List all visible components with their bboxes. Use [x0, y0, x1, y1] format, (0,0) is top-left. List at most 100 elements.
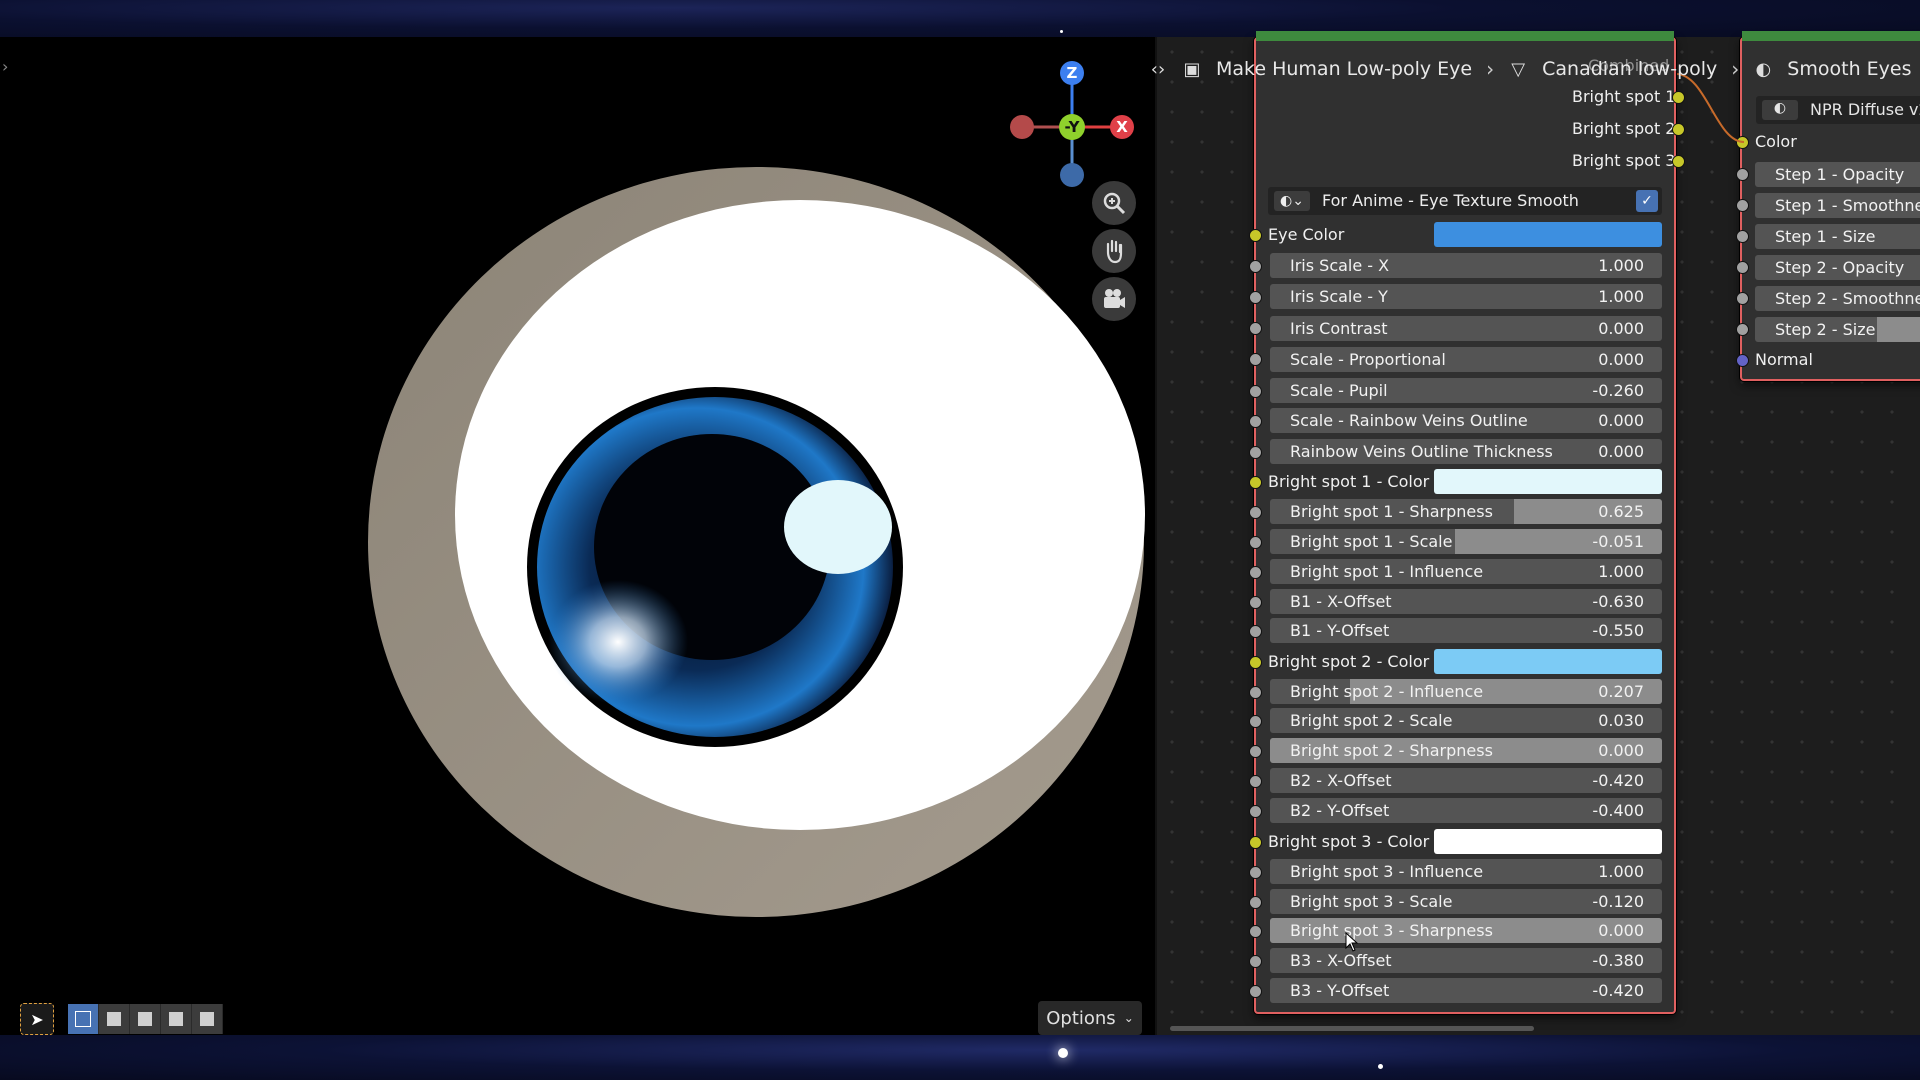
- socket-input[interactable]: [1249, 566, 1262, 579]
- slider-label: Scale - Pupil: [1290, 381, 1388, 400]
- b2-y-offset-slider[interactable]: B2 - Y-Offset -0.400: [1270, 798, 1662, 823]
- breadcrumb-object[interactable]: Make Human Low-poly Eye: [1216, 58, 1472, 80]
- socket-input[interactable]: [1249, 925, 1262, 938]
- socket-input[interactable]: [1736, 230, 1749, 243]
- scale-rainbow-slider[interactable]: Scale - Rainbow Veins Outline 0.000: [1270, 408, 1662, 433]
- fake-user-check-icon[interactable]: ✓: [1636, 190, 1658, 212]
- node-header[interactable]: [1256, 31, 1674, 41]
- socket-input[interactable]: [1249, 536, 1262, 549]
- gizmo-z-label[interactable]: Z: [1067, 64, 1078, 82]
- mode-invert-icon[interactable]: [161, 1004, 192, 1034]
- bs3-scale-slider[interactable]: Bright spot 3 - Scale -0.120: [1270, 889, 1662, 914]
- gizmo-y-label[interactable]: -Y: [1065, 118, 1081, 136]
- step2-size-field[interactable]: Step 2 - Size: [1755, 317, 1920, 342]
- options-dropdown[interactable]: Options ⌄: [1038, 1001, 1142, 1035]
- socket-input[interactable]: [1736, 292, 1749, 305]
- bs1-scale-slider[interactable]: Bright spot 1 - Scale -0.051: [1270, 529, 1662, 554]
- socket-input[interactable]: [1249, 291, 1262, 304]
- socket-input[interactable]: [1249, 506, 1262, 519]
- node-header[interactable]: [1742, 31, 1920, 41]
- socket-input[interactable]: [1249, 686, 1262, 699]
- socket-output[interactable]: [1672, 155, 1685, 168]
- slider-value: 0.000: [1598, 442, 1644, 461]
- bs2-scale-slider[interactable]: Bright spot 2 - Scale 0.030: [1270, 708, 1662, 733]
- socket-input[interactable]: [1249, 322, 1262, 335]
- breadcrumb-material[interactable]: Smooth Eyes: [1787, 58, 1911, 80]
- bs2-sharpness-slider[interactable]: Bright spot 2 - Sharpness 0.000: [1270, 738, 1662, 763]
- slider-value: 1.000: [1598, 862, 1644, 881]
- b1-y-offset-slider[interactable]: B1 - Y-Offset -0.550: [1270, 618, 1662, 643]
- step1-smoothness-field[interactable]: Step 1 - Smoothness: [1755, 193, 1920, 218]
- socket-input[interactable]: [1249, 353, 1262, 366]
- socket-input[interactable]: [1249, 805, 1262, 818]
- socket-input[interactable]: [1249, 955, 1262, 968]
- horizontal-scrollbar[interactable]: [1170, 1026, 1534, 1031]
- socket-input[interactable]: [1249, 596, 1262, 609]
- step2-opacity-field[interactable]: Step 2 - Opacity: [1755, 255, 1920, 280]
- mode-subtract-icon[interactable]: [130, 1004, 161, 1034]
- eye-color-swatch[interactable]: [1434, 222, 1662, 247]
- navigation-gizmo[interactable]: Z -Y X: [1000, 47, 1150, 197]
- b3-y-offset-slider[interactable]: B3 - Y-Offset -0.420: [1270, 978, 1662, 1003]
- bs1-color-swatch[interactable]: [1434, 469, 1662, 494]
- socket-normal-input[interactable]: [1736, 354, 1749, 367]
- npr-group-selector[interactable]: ◐ NPR Diffuse v2.: [1756, 96, 1920, 124]
- node-group-selector[interactable]: ◐⌄ For Anime - Eye Texture Smooth ✓: [1268, 187, 1662, 215]
- socket-input[interactable]: [1736, 199, 1749, 212]
- socket-input[interactable]: [1249, 836, 1262, 849]
- region-toggle-arrow[interactable]: ›: [2, 57, 12, 76]
- step2-smoothness-field[interactable]: Step 2 - Smoothness: [1755, 286, 1920, 311]
- scale-pupil-slider[interactable]: Scale - Pupil -0.260: [1270, 378, 1662, 403]
- field-fill: [1877, 317, 1920, 342]
- b1-x-offset-slider[interactable]: B1 - X-Offset -0.630: [1270, 589, 1662, 614]
- socket-input[interactable]: [1249, 385, 1262, 398]
- mode-extend-icon[interactable]: [99, 1004, 130, 1034]
- bs2-color-swatch[interactable]: [1434, 649, 1662, 674]
- socket-input[interactable]: [1249, 985, 1262, 998]
- bs1-influence-slider[interactable]: Bright spot 1 - Influence 1.000: [1270, 559, 1662, 584]
- socket-input[interactable]: [1249, 260, 1262, 273]
- socket-input[interactable]: [1249, 745, 1262, 758]
- socket-input[interactable]: [1736, 323, 1749, 336]
- socket-input[interactable]: [1249, 775, 1262, 788]
- socket-input[interactable]: [1249, 625, 1262, 638]
- bs3-sharpness-slider[interactable]: Bright spot 3 - Sharpness 0.000: [1270, 918, 1662, 943]
- socket-output[interactable]: [1672, 91, 1685, 104]
- mode-intersect-icon[interactable]: [192, 1004, 223, 1034]
- b3-x-offset-slider[interactable]: B3 - X-Offset -0.380: [1270, 948, 1662, 973]
- 3d-viewport[interactable]: › Z -Y X ➤ Options ⌄: [0, 37, 1155, 1035]
- bs1-sharpness-slider[interactable]: Bright spot 1 - Sharpness 0.625: [1270, 499, 1662, 524]
- socket-input[interactable]: [1249, 896, 1262, 909]
- socket-input[interactable]: [1249, 476, 1262, 489]
- socket-input[interactable]: [1249, 229, 1262, 242]
- step1-opacity-field[interactable]: Step 1 - Opacity: [1755, 162, 1920, 187]
- socket-input[interactable]: [1249, 415, 1262, 428]
- b2-x-offset-slider[interactable]: B2 - X-Offset -0.420: [1270, 768, 1662, 793]
- camera-icon[interactable]: [1092, 277, 1136, 321]
- bs3-influence-slider[interactable]: Bright spot 3 - Influence 1.000: [1270, 859, 1662, 884]
- iris-contrast-slider[interactable]: Iris Contrast 0.000: [1270, 316, 1662, 341]
- select-tool-icon[interactable]: ➤: [20, 1003, 54, 1035]
- iris-scale-x-slider[interactable]: Iris Scale - X 1.000: [1270, 253, 1662, 278]
- socket-input[interactable]: [1249, 446, 1262, 459]
- socket-input[interactable]: [1249, 866, 1262, 879]
- step1-size-field[interactable]: Step 1 - Size: [1755, 224, 1920, 249]
- bs3-color-swatch[interactable]: [1434, 829, 1662, 854]
- socket-input[interactable]: [1249, 715, 1262, 728]
- gizmo-x-label[interactable]: X: [1116, 118, 1128, 136]
- mode-new-icon[interactable]: [68, 1004, 99, 1034]
- socket-output[interactable]: [1672, 123, 1685, 136]
- background-strip-bottom: [0, 1030, 1920, 1080]
- chevron-down-icon: ⌄: [1123, 1011, 1134, 1025]
- hand-icon[interactable]: [1092, 229, 1136, 273]
- rainbow-thickness-slider[interactable]: Rainbow Veins Outline Thickness 0.000: [1270, 439, 1662, 464]
- socket-input[interactable]: [1736, 261, 1749, 274]
- socket-input[interactable]: [1736, 168, 1749, 181]
- scale-proportional-slider[interactable]: Scale - Proportional 0.000: [1270, 347, 1662, 372]
- socket-input[interactable]: [1249, 656, 1262, 669]
- output-bright-spot-3: Bright spot 3: [1572, 151, 1676, 170]
- zoom-icon[interactable]: [1092, 181, 1136, 225]
- iris-scale-y-slider[interactable]: Iris Scale - Y 1.000: [1270, 284, 1662, 309]
- bs2-influence-slider[interactable]: Bright spot 2 - Influence 0.207: [1270, 679, 1662, 704]
- editor-toggle-icon[interactable]: ‹›: [1148, 59, 1168, 80]
